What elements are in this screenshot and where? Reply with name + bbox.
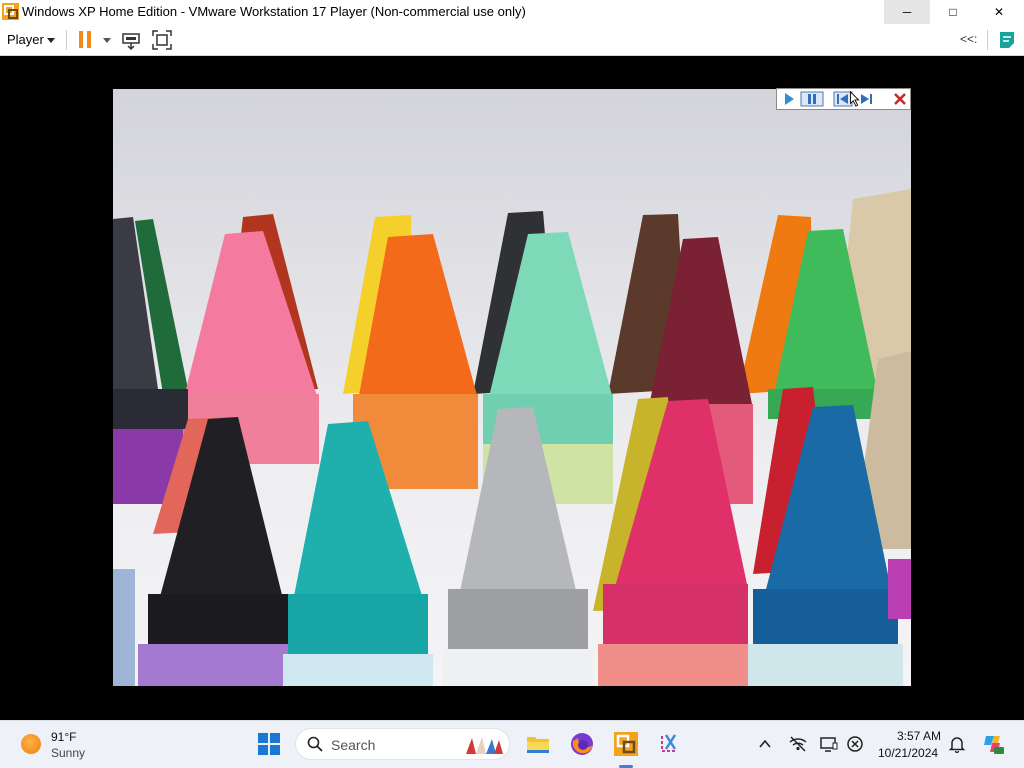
send-ctrl-alt-del-icon[interactable] (120, 29, 142, 51)
pause-icon[interactable] (79, 31, 92, 48)
maximize-button[interactable]: □ (930, 0, 976, 24)
collapse-toolbar-button[interactable]: <<: (960, 32, 977, 46)
player-menu-caret-icon[interactable] (47, 38, 55, 43)
clock-time[interactable]: 3:57 AM (897, 729, 941, 743)
maximize-icon: □ (949, 5, 957, 19)
close-icon[interactable] (893, 91, 907, 107)
copilot-icon[interactable] (982, 733, 1004, 755)
firefox-icon[interactable] (569, 731, 595, 757)
sunny-weather-icon[interactable] (21, 734, 41, 754)
toolbar-divider (66, 30, 67, 50)
network-icon[interactable] (789, 735, 807, 753)
toolbar-divider (987, 30, 988, 50)
snipping-tool-icon[interactable] (657, 731, 683, 757)
player-menu[interactable]: Player (7, 32, 44, 47)
taskbar-search-box[interactable]: Search (295, 728, 510, 760)
notifications-icon[interactable] (948, 735, 966, 753)
slideshow-controls (776, 88, 911, 110)
weather-temperature[interactable]: 91°F (51, 730, 76, 744)
close-icon: ✕ (993, 5, 1005, 19)
show-hidden-icons-chevron[interactable] (758, 737, 772, 751)
clock-date[interactable]: 10/21/2024 (878, 746, 938, 760)
minimize-button[interactable]: ─ (884, 0, 930, 24)
title-bar: Windows XP Home Edition - VMware Worksta… (0, 0, 1024, 24)
crayon-photo (113, 89, 911, 686)
windows-taskbar: 91°F Sunny Search 3:57 AM 10/21/2024 (0, 720, 1024, 768)
close-button[interactable]: ✕ (976, 0, 1022, 24)
window-title: Windows XP Home Edition - VMware Worksta… (22, 4, 526, 19)
power-options-caret-icon[interactable] (103, 38, 111, 43)
weather-condition[interactable]: Sunny (51, 746, 85, 760)
unity-icon[interactable] (996, 29, 1018, 51)
display-icon[interactable] (820, 735, 838, 753)
mouse-cursor-icon (850, 91, 860, 107)
file-explorer-icon[interactable] (525, 731, 551, 757)
minimize-icon: ─ (902, 5, 912, 19)
pause-icon[interactable] (800, 91, 824, 107)
vmware-logo-icon (2, 3, 19, 20)
player-toolbar: Player <<: (0, 24, 1024, 56)
search-placeholder: Search (331, 737, 376, 753)
play-icon[interactable] (781, 91, 797, 107)
fullscreen-icon[interactable] (151, 29, 173, 51)
search-highlight-icon (466, 737, 503, 754)
accessibility-icon[interactable] (846, 735, 864, 753)
vm-display[interactable] (113, 89, 911, 686)
vmware-player-icon[interactable] (613, 731, 639, 757)
search-icon (307, 736, 323, 752)
windows-start-icon[interactable] (258, 733, 280, 755)
